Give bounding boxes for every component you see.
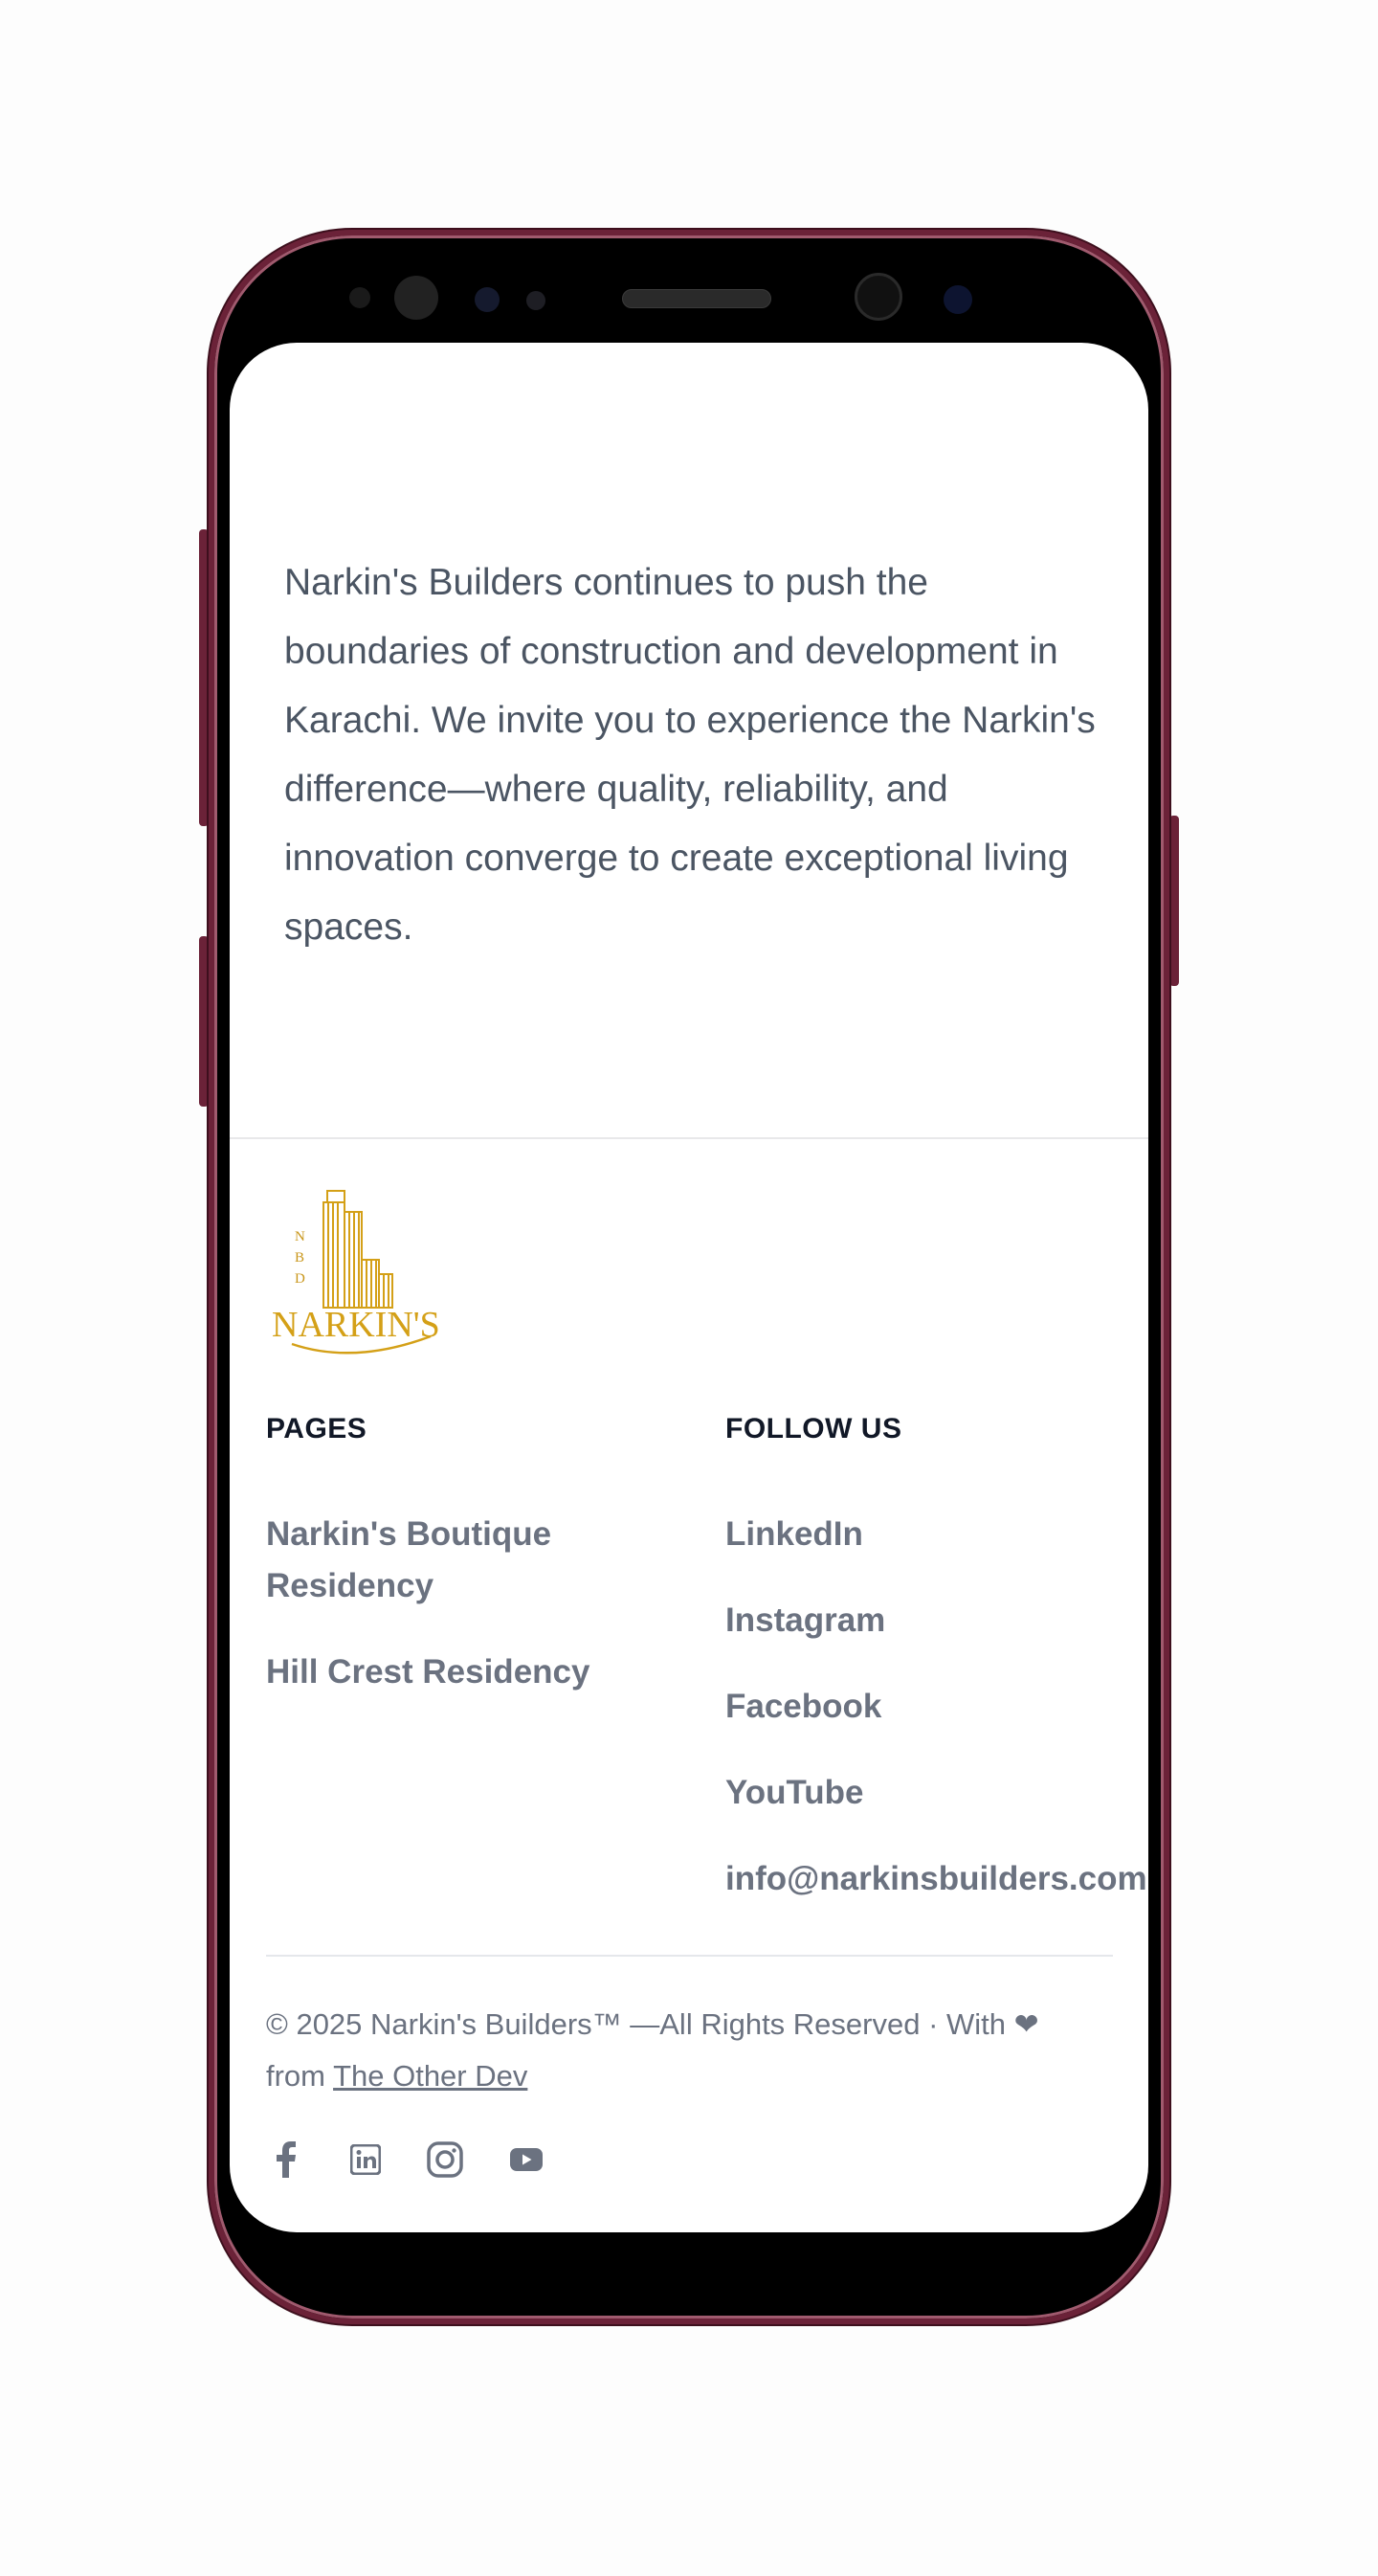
copyright-text: © 2025 Narkin's Builders™ —All Rights Re… (266, 1999, 1108, 2102)
link-instagram[interactable]: Instagram (725, 1595, 885, 1646)
link-residency[interactable]: Residency (266, 1560, 433, 1612)
narkins-logo[interactable]: N B D NARKIN'S (268, 1183, 440, 1360)
linkedin-icon[interactable] (346, 2140, 385, 2179)
logo-wordmark: NARKIN'S (272, 1305, 440, 1345)
section-divider (230, 1137, 1148, 1139)
secondary-camera (944, 285, 972, 314)
link-facebook[interactable]: Facebook (725, 1681, 881, 1733)
volume-down-button (199, 936, 209, 1107)
sensor-dot (349, 287, 370, 308)
instagram-icon[interactable] (426, 2140, 464, 2179)
earpiece-speaker (622, 289, 771, 308)
proximity-sensor (475, 287, 500, 312)
link-youtube[interactable]: YouTube (725, 1767, 864, 1819)
link-hill-crest-residency[interactable]: Hill Crest Residency (266, 1646, 589, 1698)
heart-icon: ❤ (1013, 2007, 1039, 2041)
logo-monogram-d: D (295, 1271, 305, 1287)
link-linkedin[interactable]: LinkedIn (725, 1509, 863, 1560)
intro-paragraph: Narkin's Builders continues to push the … (284, 562, 1096, 948)
logo-monogram-b: B (295, 1250, 304, 1266)
link-email[interactable]: info@narkinsbuilders.com (725, 1853, 1147, 1905)
link-narkins-boutique[interactable]: Narkin's Boutique (266, 1509, 551, 1560)
youtube-icon[interactable] (507, 2140, 545, 2179)
footer-divider (266, 1955, 1113, 1957)
copyright-prefix: © 2025 Narkin's Builders™ —All Rights Re… (266, 2007, 1007, 2041)
front-camera (855, 273, 902, 321)
light-sensor (526, 291, 545, 310)
from-label: from (266, 2059, 325, 2093)
pages-heading: PAGES (266, 1413, 367, 1445)
follow-us-heading: FOLLOW US (725, 1413, 902, 1445)
iris-sensor (394, 276, 438, 320)
logo-monogram-n: N (295, 1229, 305, 1244)
phone-screen: Narkin's Builders continues to push the … (230, 343, 1148, 2232)
credit-link[interactable]: The Other Dev (333, 2059, 527, 2093)
volume-up-button (199, 529, 209, 826)
facebook-icon[interactable] (266, 2140, 304, 2179)
power-button (1169, 816, 1179, 986)
